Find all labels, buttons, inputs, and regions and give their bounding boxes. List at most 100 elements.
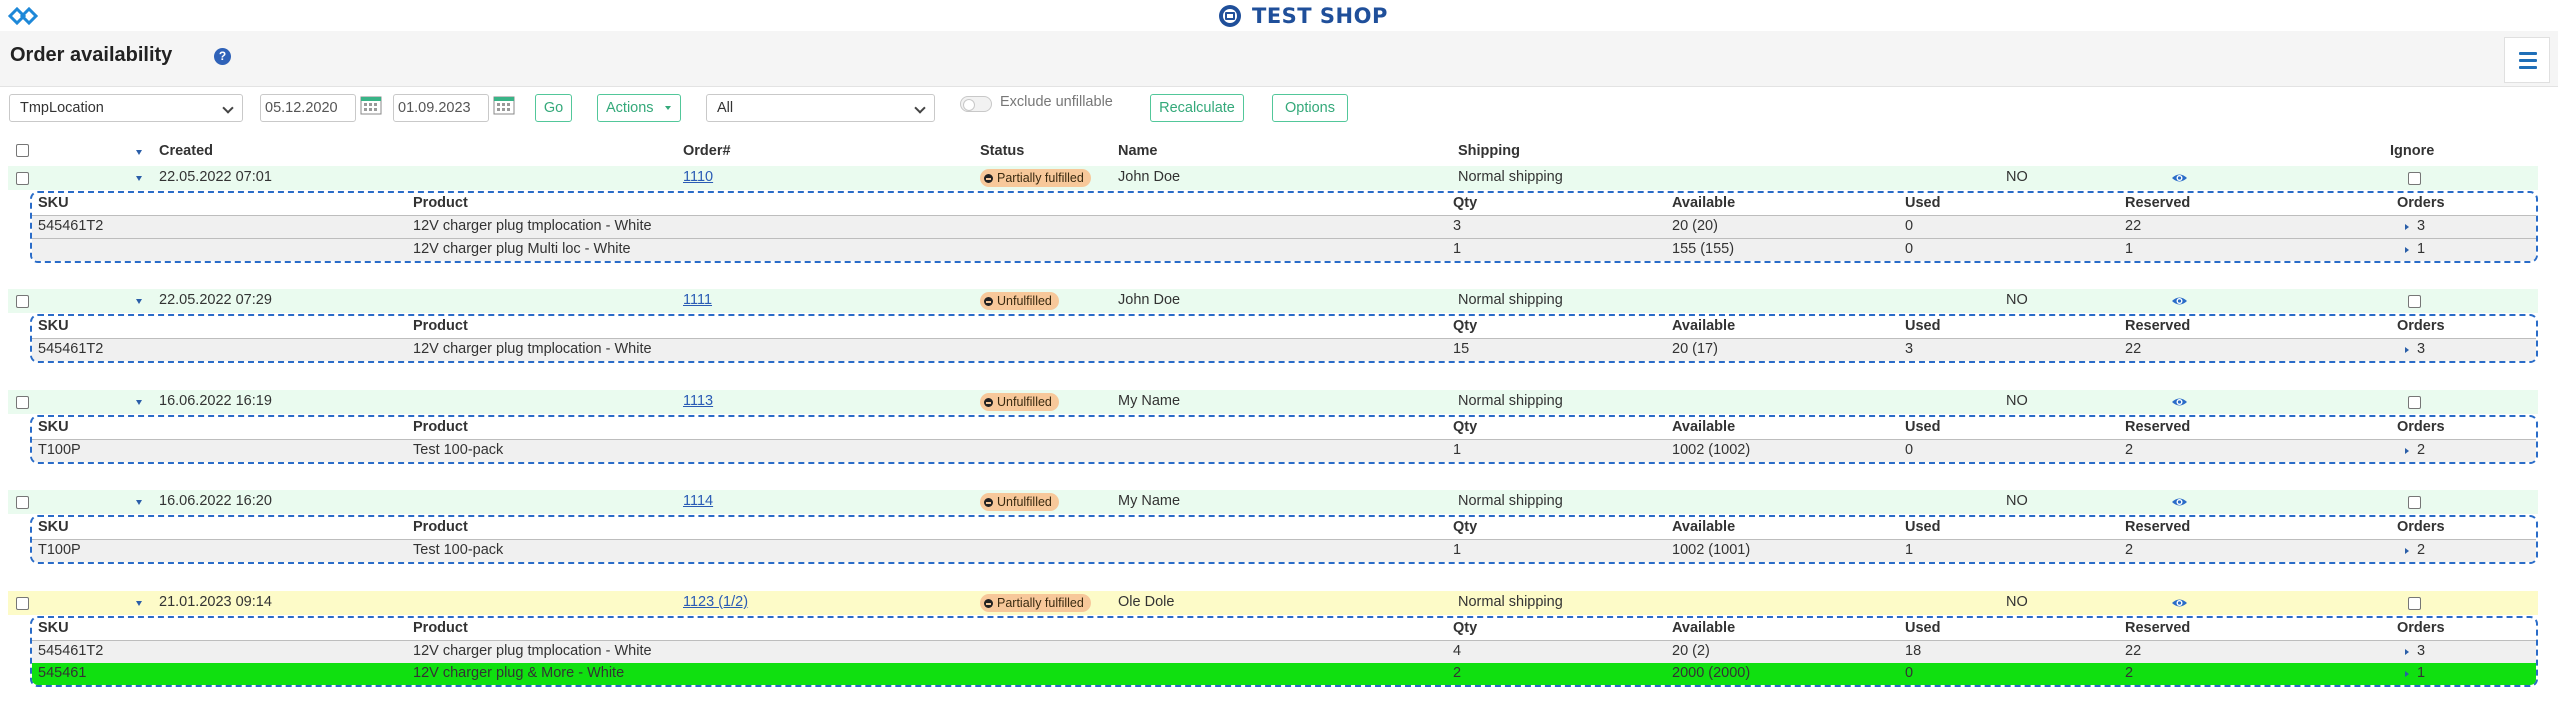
line-orders[interactable]: 3 (2417, 643, 2425, 659)
col-qty: Qty (1453, 419, 1478, 435)
line-product: 12V charger plug tmplocation - White (413, 218, 652, 234)
expand-orders-icon[interactable] (2405, 671, 2409, 677)
order-lines-header: SKU Product Qty Available Used Reserved Orders (32, 417, 2536, 439)
actions-dropdown[interactable]: Actions (597, 94, 681, 122)
status-icon (984, 397, 993, 407)
select-all-checkbox[interactable] (16, 144, 29, 157)
col-available: Available (1672, 318, 1736, 334)
row-checkbox[interactable] (16, 597, 29, 610)
col-status[interactable]: Status (980, 143, 1024, 159)
line-reserved: 22 (2125, 341, 2142, 357)
expand-orders-icon[interactable] (2405, 247, 2409, 253)
col-sku: SKU (38, 519, 69, 535)
order-row[interactable]: 22.05.2022 07:29 1111 Unfulfilled John Doe N… (8, 289, 2538, 313)
col-shipping[interactable]: Shipping (1458, 143, 1520, 159)
app-logo-icon[interactable] (8, 4, 38, 28)
col-reserved: Reserved (2125, 519, 2191, 535)
ignore-checkbox[interactable] (2408, 396, 2421, 409)
order-lines-header: SKU Product Qty Available Used Reserved Orders (32, 517, 2536, 539)
expand-caret-icon[interactable] (136, 601, 142, 606)
expand-orders-icon[interactable] (2405, 347, 2409, 353)
line-available: 20 (2) (1672, 643, 1710, 659)
col-ignore[interactable]: Ignore (2390, 143, 2434, 159)
line-used: 0 (1905, 665, 1914, 681)
ignore-checkbox[interactable] (2408, 172, 2421, 185)
calendar-icon[interactable] (359, 92, 383, 116)
order-lines-table: SKU Product Qty Available Used Reserved Orders… (30, 415, 2538, 464)
flag-value: NO (2006, 292, 2028, 308)
eye-icon[interactable] (2171, 596, 2188, 610)
eye-icon[interactable] (2171, 294, 2188, 308)
line-orders[interactable]: 3 (2417, 218, 2425, 234)
row-checkbox[interactable] (16, 172, 29, 185)
order-row[interactable]: 16.06.2022 16:19 1113 Unfulfilled My Name No… (8, 390, 2538, 414)
order-lines-table: SKU Product Qty Available Used Reserved Orders… (30, 616, 2538, 687)
options-button[interactable]: Options (1272, 94, 1348, 122)
expand-orders-icon[interactable] (2405, 448, 2409, 454)
shop-title: TEST SHOP (1252, 4, 1388, 28)
line-orders[interactable]: 3 (2417, 341, 2425, 357)
expand-orders-icon[interactable] (2405, 649, 2409, 655)
exclude-unfillable-toggle[interactable] (960, 96, 992, 112)
order-link[interactable]: 1113 (683, 393, 713, 409)
toolbar: TmpLocation 05.12.2020 01.09.2023 Go Act… (0, 88, 2558, 128)
col-name[interactable]: Name (1118, 143, 1158, 159)
line-orders[interactable]: 1 (2417, 665, 2425, 681)
created-date: 16.06.2022 16:19 (159, 393, 272, 409)
hamburger-menu-button[interactable] (2504, 37, 2550, 83)
ignore-checkbox[interactable] (2408, 496, 2421, 509)
expand-all-caret-icon[interactable] (136, 150, 142, 155)
eye-icon[interactable] (2171, 495, 2188, 509)
calendar-icon[interactable] (492, 92, 516, 116)
expand-caret-icon[interactable] (136, 400, 142, 405)
row-checkbox[interactable] (16, 295, 29, 308)
expand-caret-icon[interactable] (136, 299, 142, 304)
ignore-checkbox[interactable] (2408, 295, 2421, 308)
customer-name: My Name (1118, 393, 1181, 409)
expand-caret-icon[interactable] (136, 500, 142, 505)
col-orders: Orders (2397, 620, 2445, 636)
status-badge: Partially fulfilled (980, 594, 1091, 612)
filter-select[interactable]: All (706, 94, 935, 122)
expand-caret-icon[interactable] (136, 176, 142, 181)
line-used: 3 (1905, 341, 1914, 357)
eye-icon[interactable] (2171, 171, 2188, 185)
col-reserved: Reserved (2125, 318, 2191, 334)
go-button[interactable]: Go (535, 94, 572, 122)
line-orders[interactable]: 2 (2417, 442, 2425, 458)
order-link[interactable]: 1114 (683, 493, 713, 509)
recalculate-button[interactable]: Recalculate (1150, 94, 1244, 122)
date-from-input[interactable]: 05.12.2020 (260, 94, 356, 122)
eye-icon[interactable] (2171, 395, 2188, 409)
flag-value: NO (2006, 393, 2028, 409)
col-sku: SKU (38, 419, 69, 435)
line-product: 12V charger plug tmplocation - White (413, 341, 652, 357)
line-orders[interactable]: 1 (2417, 241, 2425, 257)
order-row[interactable]: 22.05.2022 07:01 1110 Partially fulfilled J… (8, 166, 2538, 190)
order-lines-table: SKU Product Qty Available Used Reserved Orders… (30, 191, 2538, 263)
order-row[interactable]: 21.01.2023 09:14 1123 (1/2) Partially fulf… (8, 591, 2538, 615)
expand-orders-icon[interactable] (2405, 224, 2409, 230)
line-used: 0 (1905, 241, 1914, 257)
help-icon[interactable]: ? (214, 48, 231, 65)
date-to-input[interactable]: 01.09.2023 (393, 94, 489, 122)
location-select[interactable]: TmpLocation (9, 94, 243, 122)
order-link[interactable]: 1123 (1/2) (683, 594, 748, 610)
col-created[interactable]: Created (159, 143, 213, 159)
order-link[interactable]: 1111 (683, 292, 712, 308)
ignore-checkbox[interactable] (2408, 597, 2421, 610)
expand-orders-icon[interactable] (2405, 548, 2409, 554)
row-checkbox[interactable] (16, 396, 29, 409)
col-sku: SKU (38, 620, 69, 636)
line-qty: 3 (1453, 218, 1462, 234)
row-checkbox[interactable] (16, 496, 29, 509)
status-icon (984, 296, 993, 306)
col-qty: Qty (1453, 620, 1478, 636)
flag-value: NO (2006, 594, 2028, 610)
order-link[interactable]: 1110 (683, 169, 713, 185)
created-date: 22.05.2022 07:29 (159, 292, 272, 308)
col-order[interactable]: Order# (683, 143, 731, 159)
line-product: 12V charger plug Multi loc - White (413, 241, 631, 257)
order-row[interactable]: 16.06.2022 16:20 1114 Unfulfilled My Name No… (8, 490, 2538, 514)
line-orders[interactable]: 2 (2417, 542, 2425, 558)
